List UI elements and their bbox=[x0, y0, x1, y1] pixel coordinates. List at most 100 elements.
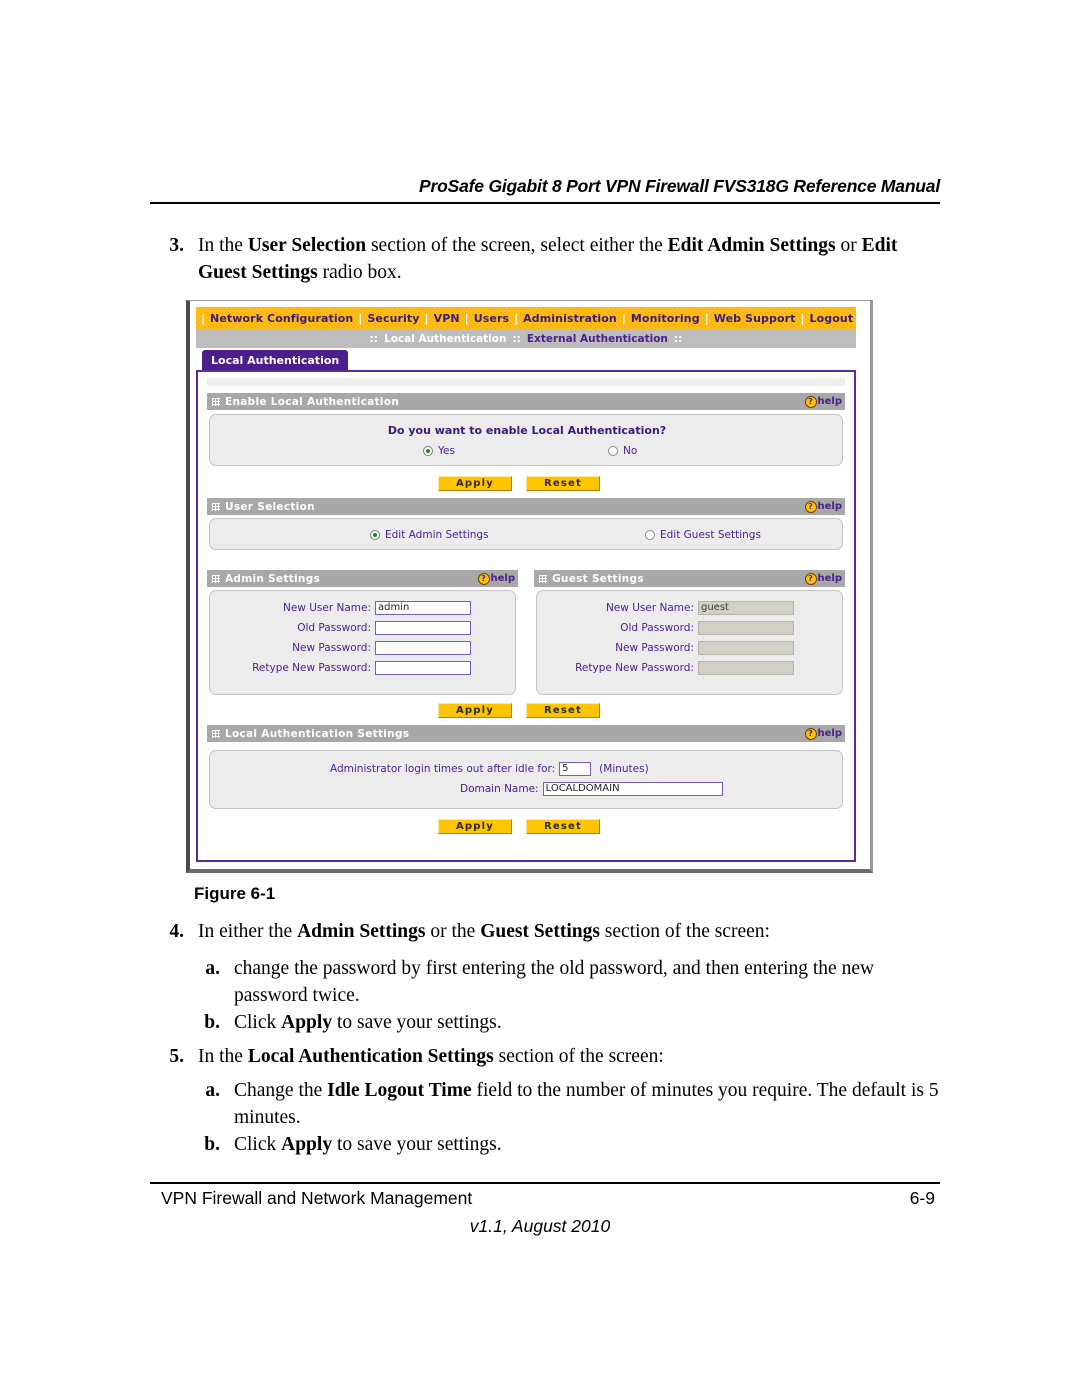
nav-separator: | bbox=[704, 311, 709, 325]
subnav-item-local-authentication[interactable]: Local Authentication bbox=[384, 333, 506, 345]
grid-icon bbox=[212, 397, 220, 406]
admin-new-password-input[interactable] bbox=[375, 640, 471, 655]
reset-button-local-authentication-settings[interactable]: Reset bbox=[526, 819, 600, 834]
nav-separator: | bbox=[424, 311, 429, 325]
nav-item-web-support[interactable]: Web Support bbox=[712, 312, 798, 325]
admin-new-user-name-input[interactable]: admin bbox=[375, 600, 471, 615]
nav-separator: | bbox=[201, 311, 206, 325]
field-row-guest-new-password: New Password: bbox=[537, 640, 794, 655]
field-label: New Password: bbox=[292, 641, 371, 654]
step-3: 3. In the User Selection section of the … bbox=[150, 232, 940, 286]
nav-separator: | bbox=[855, 312, 856, 325]
step-5: 5. In the Local Authentication Settings … bbox=[150, 1043, 940, 1070]
step-4b-number: b. bbox=[204, 1012, 220, 1033]
figure-caption: Figure 6-1 bbox=[194, 884, 276, 903]
footer-rule bbox=[150, 1182, 940, 1184]
enable-question-label: Do you want to enable Local Authenticati… bbox=[387, 424, 667, 437]
radio-edit-admin-settings-icon[interactable] bbox=[370, 530, 380, 540]
footer-page-number: 6-9 bbox=[909, 1188, 935, 1208]
help-label: help bbox=[817, 501, 843, 512]
apply-button-local-authentication-settings[interactable]: Apply bbox=[438, 819, 512, 834]
field-row-domain-name: Domain Name: LOCALDOMAIN bbox=[210, 781, 842, 796]
button-row-enable-local-authentication: Apply Reset bbox=[438, 476, 600, 491]
radio-no-icon[interactable] bbox=[608, 446, 618, 456]
domain-name-input[interactable]: LOCALDOMAIN bbox=[542, 781, 723, 796]
section-title: User Selection bbox=[225, 500, 315, 513]
help-link-guest-settings[interactable]: ? help bbox=[804, 572, 842, 585]
reset-button-user-settings[interactable]: Reset bbox=[526, 703, 600, 718]
running-header: ProSafe Gigabit 8 Port VPN Firewall FVS3… bbox=[419, 176, 940, 196]
nav-item-security[interactable]: Security bbox=[365, 312, 421, 325]
help-link-user-selection[interactable]: ? help bbox=[804, 500, 843, 513]
idle-logout-time-input[interactable]: 5 bbox=[559, 761, 592, 776]
sub-navigation-bar[interactable]: :: Local Authentication :: External Auth… bbox=[196, 329, 856, 348]
nav-item-vpn[interactable]: VPN bbox=[432, 312, 462, 325]
document-page: ProSafe Gigabit 8 Port VPN Firewall FVS3… bbox=[0, 0, 1080, 1397]
admin-retype-new-password-input[interactable] bbox=[375, 660, 471, 675]
footer-version: v1.1, August 2010 bbox=[469, 1216, 611, 1236]
nav-separator: | bbox=[514, 311, 519, 325]
field-row-admin-new-user-name: New User Name: admin bbox=[210, 600, 471, 615]
apply-button-enable-local-authentication[interactable]: Apply bbox=[438, 476, 512, 491]
grid-icon bbox=[212, 502, 220, 511]
step-4a-text: change the password by first entering th… bbox=[234, 958, 875, 1006]
radio-option-edit-admin-settings[interactable]: Edit Admin Settings bbox=[370, 529, 489, 541]
help-link-admin-settings[interactable]: ? help bbox=[477, 572, 516, 585]
subnav-item-external-authentication[interactable]: External Authentication bbox=[527, 333, 668, 345]
radio-yes-icon[interactable] bbox=[423, 446, 433, 456]
step-5-number: 5. bbox=[169, 1046, 184, 1067]
main-navigation-bar[interactable]: | Network Configuration | Security | VPN… bbox=[196, 307, 856, 329]
page-tab-local-authentication[interactable]: Local Authentication bbox=[202, 350, 349, 370]
admin-old-password-input[interactable] bbox=[375, 620, 471, 635]
section-header-enable-local-authentication: Enable Local Authentication ? help bbox=[207, 393, 845, 410]
field-row-guest-old-password: Old Password: bbox=[537, 620, 794, 635]
subnav-dots-suffix: :: bbox=[673, 332, 683, 345]
page-content-area: Enable Local Authentication ? help Do yo… bbox=[196, 370, 856, 862]
nav-item-monitoring[interactable]: Monitoring bbox=[629, 312, 702, 325]
guest-old-password-input bbox=[698, 620, 794, 635]
panel-local-authentication-settings: Administrator login times out after idle… bbox=[209, 750, 843, 809]
radio-option-no[interactable]: No bbox=[608, 445, 637, 457]
field-row-admin-new-password: New Password: bbox=[210, 640, 471, 655]
field-row-guest-retype-new-password: Retype New Password: bbox=[537, 660, 794, 675]
step-4: 4. In either the Admin Settings or the G… bbox=[150, 918, 940, 945]
radio-option-edit-guest-settings[interactable]: Edit Guest Settings bbox=[645, 529, 761, 541]
page-tab-row: Local Authentication bbox=[196, 348, 856, 370]
panel-user-selection: Edit Admin Settings Edit Guest Settings bbox=[209, 518, 843, 550]
step-5a-number: a. bbox=[205, 1080, 220, 1101]
nav-item-administration[interactable]: Administration bbox=[521, 312, 619, 325]
radio-edit-guest-settings-label: Edit Guest Settings bbox=[660, 529, 761, 541]
help-link-enable-local-authentication[interactable]: ? help bbox=[804, 395, 843, 408]
step-3-number: 3. bbox=[169, 235, 184, 256]
nav-separator: | bbox=[800, 311, 805, 325]
step-4-number: 4. bbox=[169, 921, 184, 942]
field-row-idle-logout-time: Administrator login times out after idle… bbox=[210, 761, 842, 776]
nav-item-network-configuration[interactable]: Network Configuration bbox=[208, 312, 355, 325]
step-3-text: In the User Selection section of the scr… bbox=[198, 235, 898, 283]
help-label: help bbox=[817, 396, 843, 407]
step-5b: b. Click Apply to save your settings. bbox=[186, 1131, 942, 1158]
help-label: help bbox=[490, 573, 516, 584]
radio-no-label: No bbox=[623, 445, 638, 457]
grid-icon bbox=[539, 574, 547, 583]
help-label: help bbox=[817, 728, 843, 739]
nav-item-logout[interactable]: Logout bbox=[808, 312, 856, 325]
idle-logout-time-label: Administrator login times out after idle… bbox=[330, 762, 556, 775]
apply-button-user-settings[interactable]: Apply bbox=[438, 703, 512, 718]
panel-admin-settings: New User Name: admin Old Password: New P… bbox=[209, 590, 516, 695]
help-link-local-authentication-settings[interactable]: ? help bbox=[804, 727, 843, 740]
step-4-text: In either the Admin Settings or the Gues… bbox=[198, 921, 770, 942]
section-header-user-selection: User Selection ? help bbox=[207, 498, 845, 515]
radio-option-yes[interactable]: Yes bbox=[423, 445, 455, 457]
section-title: Guest Settings bbox=[552, 572, 644, 585]
subnav-dots-middle: :: bbox=[512, 332, 521, 345]
step-5a-text: Change the Idle Logout Time field to the… bbox=[234, 1080, 939, 1128]
radio-edit-guest-settings-icon[interactable] bbox=[645, 530, 655, 540]
radio-edit-admin-settings-label: Edit Admin Settings bbox=[385, 529, 489, 541]
question-mark-icon: ? bbox=[804, 572, 817, 585]
reset-button-enable-local-authentication[interactable]: Reset bbox=[526, 476, 600, 491]
nav-item-users[interactable]: Users bbox=[472, 312, 511, 325]
domain-name-label: Domain Name: bbox=[460, 782, 539, 795]
field-row-guest-new-user-name: New User Name: guest bbox=[537, 600, 794, 615]
section-title: Enable Local Authentication bbox=[225, 395, 400, 408]
